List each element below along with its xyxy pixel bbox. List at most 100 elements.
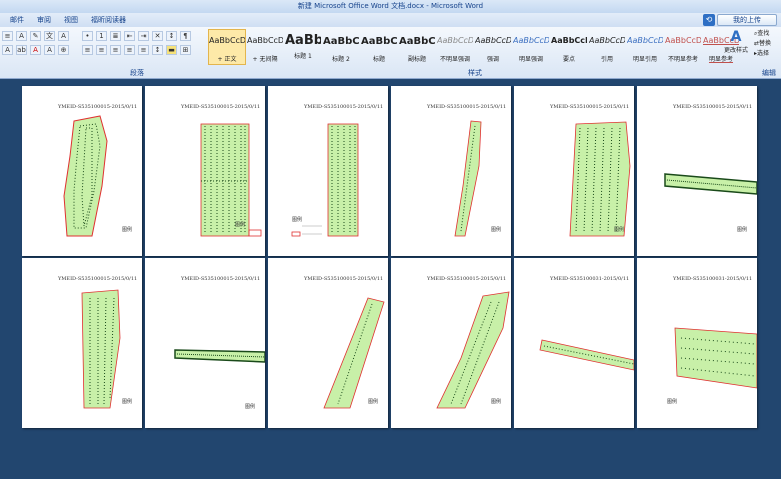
text-effect-icon[interactable]: A [2, 45, 13, 55]
style-emphasis[interactable]: AaBbCcDd 强调 [474, 29, 512, 65]
style-sample: AaBbCcDd [247, 36, 283, 45]
show-marks-icon[interactable]: ¶ [180, 31, 191, 41]
char-border-icon[interactable]: A [58, 31, 69, 41]
style-quote[interactable]: AaBbCcDd 引用 [588, 29, 626, 65]
highlight-icon[interactable]: ✎ [30, 31, 41, 41]
font-paragraph-tools: ≡ A ✎ 文 A • 1 ≣ ⇤ ⇥ ✕ ↕ ¶ A ab A A ⊕ ≡ ≡… [0, 29, 205, 77]
font-color-icon[interactable]: A [30, 45, 41, 55]
page-thumbnail[interactable]: YMEID-S535100015-2015/0/11 图例 [268, 258, 388, 428]
page-thumbnail[interactable]: YMEID-S535100015-2015/0/11 图例 [637, 86, 757, 256]
group-label-editing: 编辑 [762, 69, 776, 77]
shading-icon[interactable]: ▬ [166, 45, 177, 55]
font-style-icon[interactable]: A [16, 31, 27, 41]
legend-title: 图例 [737, 227, 748, 233]
style-normal[interactable]: AaBbCcDd + 正文 [208, 29, 246, 65]
legend-title: 图例 [122, 399, 133, 405]
share-button[interactable]: 我的上传 [717, 14, 777, 26]
style-name: 明显强调 [518, 56, 543, 63]
ribbon-tabs: 邮件 审阅 视图 福昕阅读器 ⟲ 我的上传 [0, 13, 781, 27]
page-thumbnail[interactable]: YMEID-S535100015-2015/0/11 图例 [145, 86, 265, 256]
tab-mailings[interactable]: 邮件 [10, 15, 24, 25]
page-thumbnail[interactable]: YMEID-S535100015-2015/0/11 图例 [268, 86, 388, 256]
replace-label: 替换 [759, 40, 772, 47]
document-workspace[interactable]: YMEID-S535100015-2015/0/11 图例 YMEID-S535… [0, 79, 781, 479]
style-name: 不明显强调 [439, 56, 470, 63]
page-thumbnail[interactable]: YMEID-S535100015-2015/0/11 图例 [145, 258, 265, 428]
field-map [200, 123, 262, 237]
style-sample: AaBbCcDd [589, 36, 625, 45]
field-map [539, 339, 634, 371]
sort-icon[interactable]: ↕ [166, 31, 177, 41]
page-thumbnail[interactable]: YMEID-S535100031-2015/0/11 [514, 258, 634, 428]
style-name: 明显引用 [632, 56, 657, 63]
share-icon[interactable]: ⟲ [703, 14, 715, 26]
phonetic-icon[interactable]: 文 [44, 31, 55, 41]
style-sample: AaBbCcDd [209, 36, 245, 45]
style-sample: AaBbCcDd [665, 36, 701, 45]
style-intense-quote[interactable]: AaBbCcDd 明显引用 [626, 29, 664, 65]
style-sample: AaBbC [399, 36, 435, 47]
legend-title: 图例 [614, 227, 625, 233]
page-thumbnail[interactable]: YMEID-S535100015-2015/0/11 图例 [391, 258, 511, 428]
legend-title: 图例 [368, 399, 379, 405]
multilevel-list-icon[interactable]: ≣ [110, 31, 121, 41]
field-map [674, 327, 757, 389]
style-sample: AaBb [285, 33, 321, 48]
bullet-list-icon[interactable]: • [82, 31, 93, 41]
justify-icon[interactable]: ≡ [124, 45, 135, 55]
find-button[interactable]: ⌕查找 [754, 29, 781, 39]
page-thumbnail[interactable]: YMEID-S535100015-2015/0/11 图例 [22, 86, 142, 256]
style-strong[interactable]: AaBbCcDd 要点 [550, 29, 588, 65]
style-name: + 无间隔 [252, 56, 278, 63]
legend-title: 图例 [235, 222, 246, 228]
style-subtle-emphasis[interactable]: AaBbCcDd 不明显强调 [436, 29, 474, 65]
align-right-icon[interactable]: ≡ [110, 45, 121, 55]
style-name: 标题 [372, 56, 385, 63]
numbered-list-icon[interactable]: 1 [96, 31, 107, 41]
select-label: 选择 [757, 50, 770, 57]
style-no-spacing[interactable]: AaBbCcDd + 无间隔 [246, 29, 284, 65]
editing-group: ⌕查找 ⇄替换 ▸选择 编辑 [754, 29, 781, 77]
line-spacing-icon[interactable]: ↕ [152, 45, 163, 55]
decrease-indent-icon[interactable]: ⇤ [124, 31, 135, 41]
enclose-char-icon[interactable]: ⊕ [58, 45, 69, 55]
styles-gallery: AaBbCcDd + 正文 AaBbCcDd + 无间隔 AaBb 标题 1 AaBb… [206, 29, 746, 77]
tab-review[interactable]: 审阅 [37, 15, 51, 25]
style-subtitle[interactable]: AaBbC 副标题 [398, 29, 436, 65]
page-thumbnail[interactable]: YMEID-S535100015-2015/0/11 图例 [22, 258, 142, 428]
borders-icon[interactable]: ⊞ [180, 45, 191, 55]
legend-title: 图例 [491, 227, 502, 233]
find-label: 查找 [757, 30, 770, 37]
chinese-layout-icon[interactable]: ✕ [152, 31, 163, 41]
align-center-icon[interactable]: ≡ [96, 45, 107, 55]
replace-button[interactable]: ⇄替换 [754, 39, 781, 49]
increase-indent-icon[interactable]: ⇥ [138, 31, 149, 41]
style-sample: AaBbCcDd [437, 36, 473, 45]
style-name: + 正文 [217, 56, 237, 63]
style-intense-emphasis[interactable]: AaBbCcDd 明显强调 [512, 29, 550, 65]
page-thumbnail[interactable]: YMEID-S535100015-2015/0/11 图例 [514, 86, 634, 256]
change-styles-icon: A [730, 29, 742, 45]
style-subtle-reference[interactable]: AaBbCcDd 不明显参考 [664, 29, 702, 65]
distributed-icon[interactable]: ≡ [138, 45, 149, 55]
page-thumbnail[interactable]: YMEID-S535100015-2015/0/11 图例 [391, 86, 511, 256]
tab-foxit-reader[interactable]: 福昕阅读器 [91, 15, 126, 25]
style-heading-1[interactable]: AaBb 标题 1 [284, 29, 322, 65]
tab-view[interactable]: 视图 [64, 15, 78, 25]
style-name: 标题 1 [294, 53, 312, 60]
bullets-icon[interactable]: ≡ [2, 31, 13, 41]
select-button[interactable]: ▸选择 [754, 49, 781, 59]
legend-title: 图例 [491, 399, 502, 405]
style-heading-2[interactable]: AaBbC 标题 2 [322, 29, 360, 65]
page-thumbnail[interactable]: YMEID-S535100031-2015/0/11 图例 [637, 258, 757, 428]
style-name: 引用 [600, 56, 613, 63]
legend-title: 图例 [245, 404, 256, 410]
change-styles-button[interactable]: A 更改样式 [720, 29, 752, 67]
highlight-color-icon[interactable]: ab [16, 45, 27, 55]
align-left-icon[interactable]: ≡ [82, 45, 93, 55]
char-shading-icon[interactable]: A [44, 45, 55, 55]
style-name: 标题 2 [332, 56, 350, 63]
style-title[interactable]: AaBbC 标题 [360, 29, 398, 65]
style-sample: AaBbC [323, 36, 359, 47]
legend-title: 图例 [292, 217, 303, 223]
